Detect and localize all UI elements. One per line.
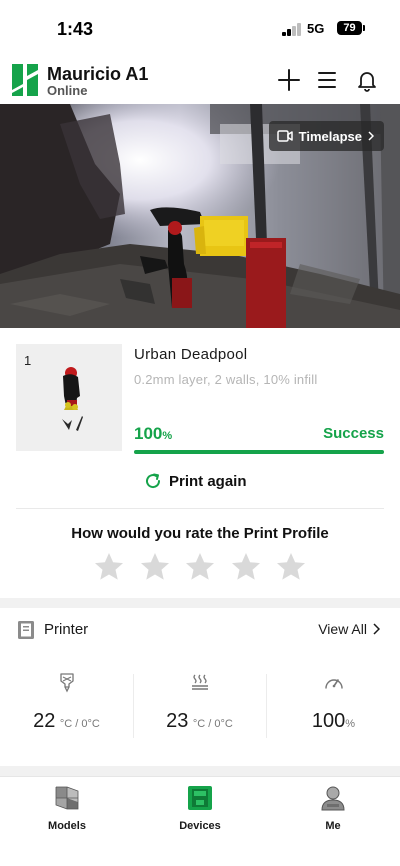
bambu-logo-icon [12,64,38,96]
bed-temperature-stat[interactable]: 23 °C / 0°C [133,672,266,738]
nav-label-models: Models [48,820,86,832]
chevron-right-icon [368,131,374,141]
bed-temperature-unit: °C / 0°C [192,718,233,730]
progress-bar-fill [134,450,384,454]
print-settings: 0.2mm layer, 2 walls, 10% infill [134,372,318,387]
print-speed-stat[interactable]: 100% [267,672,400,738]
timelapse-button[interactable]: Timelapse [268,121,384,151]
status-time: 1:43 [57,19,94,39]
model-thumbnail[interactable]: 1 [16,344,122,451]
progress-bar [134,450,384,454]
device-header: Mauricio A1 Online [0,56,400,104]
models-cube-icon [55,786,79,810]
star-icon[interactable] [184,551,216,583]
nav-tab-devices[interactable]: Devices [150,785,250,837]
timelapse-label: Timelapse [298,128,362,144]
progress-value: 100 [134,424,163,443]
status-bar: 1:43 5G 79 [0,0,400,56]
bed-temperature-value: 23 [166,710,189,732]
cellular-signal-icon [282,22,302,36]
model-name: Urban Deadpool [134,346,248,363]
star-icon[interactable] [139,551,171,583]
menu-icon[interactable] [315,68,339,92]
nav-label-me: Me [325,820,341,832]
bottom-navigation: Models Devices Me [0,776,400,866]
print-again-label: Print again [169,472,247,490]
battery-tip [363,25,365,31]
nav-label-devices: Devices [179,820,221,832]
section-gap [0,598,400,608]
device-status: Online [47,83,88,98]
device-name[interactable]: Mauricio A1 [47,64,148,85]
nozzle-temperature-stat[interactable]: 22 °C / 0°C [0,672,133,738]
print-again-button[interactable]: Print again [144,470,247,492]
divider [16,508,384,509]
profile-person-icon [321,786,345,811]
video-camera-icon [276,130,293,142]
speed-gauge-icon [324,679,343,689]
print-speed-value: 100 [311,710,346,732]
nozzle-temperature-unit: °C / 0°C [59,718,100,730]
refresh-icon [146,473,161,489]
view-all-label: View All [318,621,367,637]
rating-title: How would you rate the Print Profile [71,525,329,542]
battery-icon: 79 [337,21,362,35]
notification-bell-icon[interactable] [355,68,379,92]
print-status: Success [323,425,384,442]
view-all-button[interactable]: View All [318,621,380,637]
star-rating[interactable] [93,551,307,583]
bed-temperature-icon [191,674,208,690]
nav-tab-models[interactable]: Models [17,785,117,837]
star-icon[interactable] [230,551,262,583]
devices-printer-icon [188,786,212,810]
deadpool-figure-image [62,367,83,431]
printer-doc-icon [18,621,34,639]
add-icon[interactable] [277,68,301,92]
print-speed-unit: % [345,718,356,730]
nozzle-temperature-icon [59,673,74,693]
star-icon[interactable] [93,551,125,583]
progress-percentage: 100% [134,424,172,444]
nozzle-temperature-value: 22 [33,710,56,732]
nav-tab-me[interactable]: Me [283,785,383,837]
progress-unit: % [162,430,173,442]
network-type: 5G [307,21,325,36]
star-icon[interactable] [275,551,307,583]
chevron-right-icon [373,623,380,635]
printer-section-title: Printer [44,621,89,638]
camera-feed[interactable]: Timelapse [0,104,400,328]
section-gap [0,766,400,776]
